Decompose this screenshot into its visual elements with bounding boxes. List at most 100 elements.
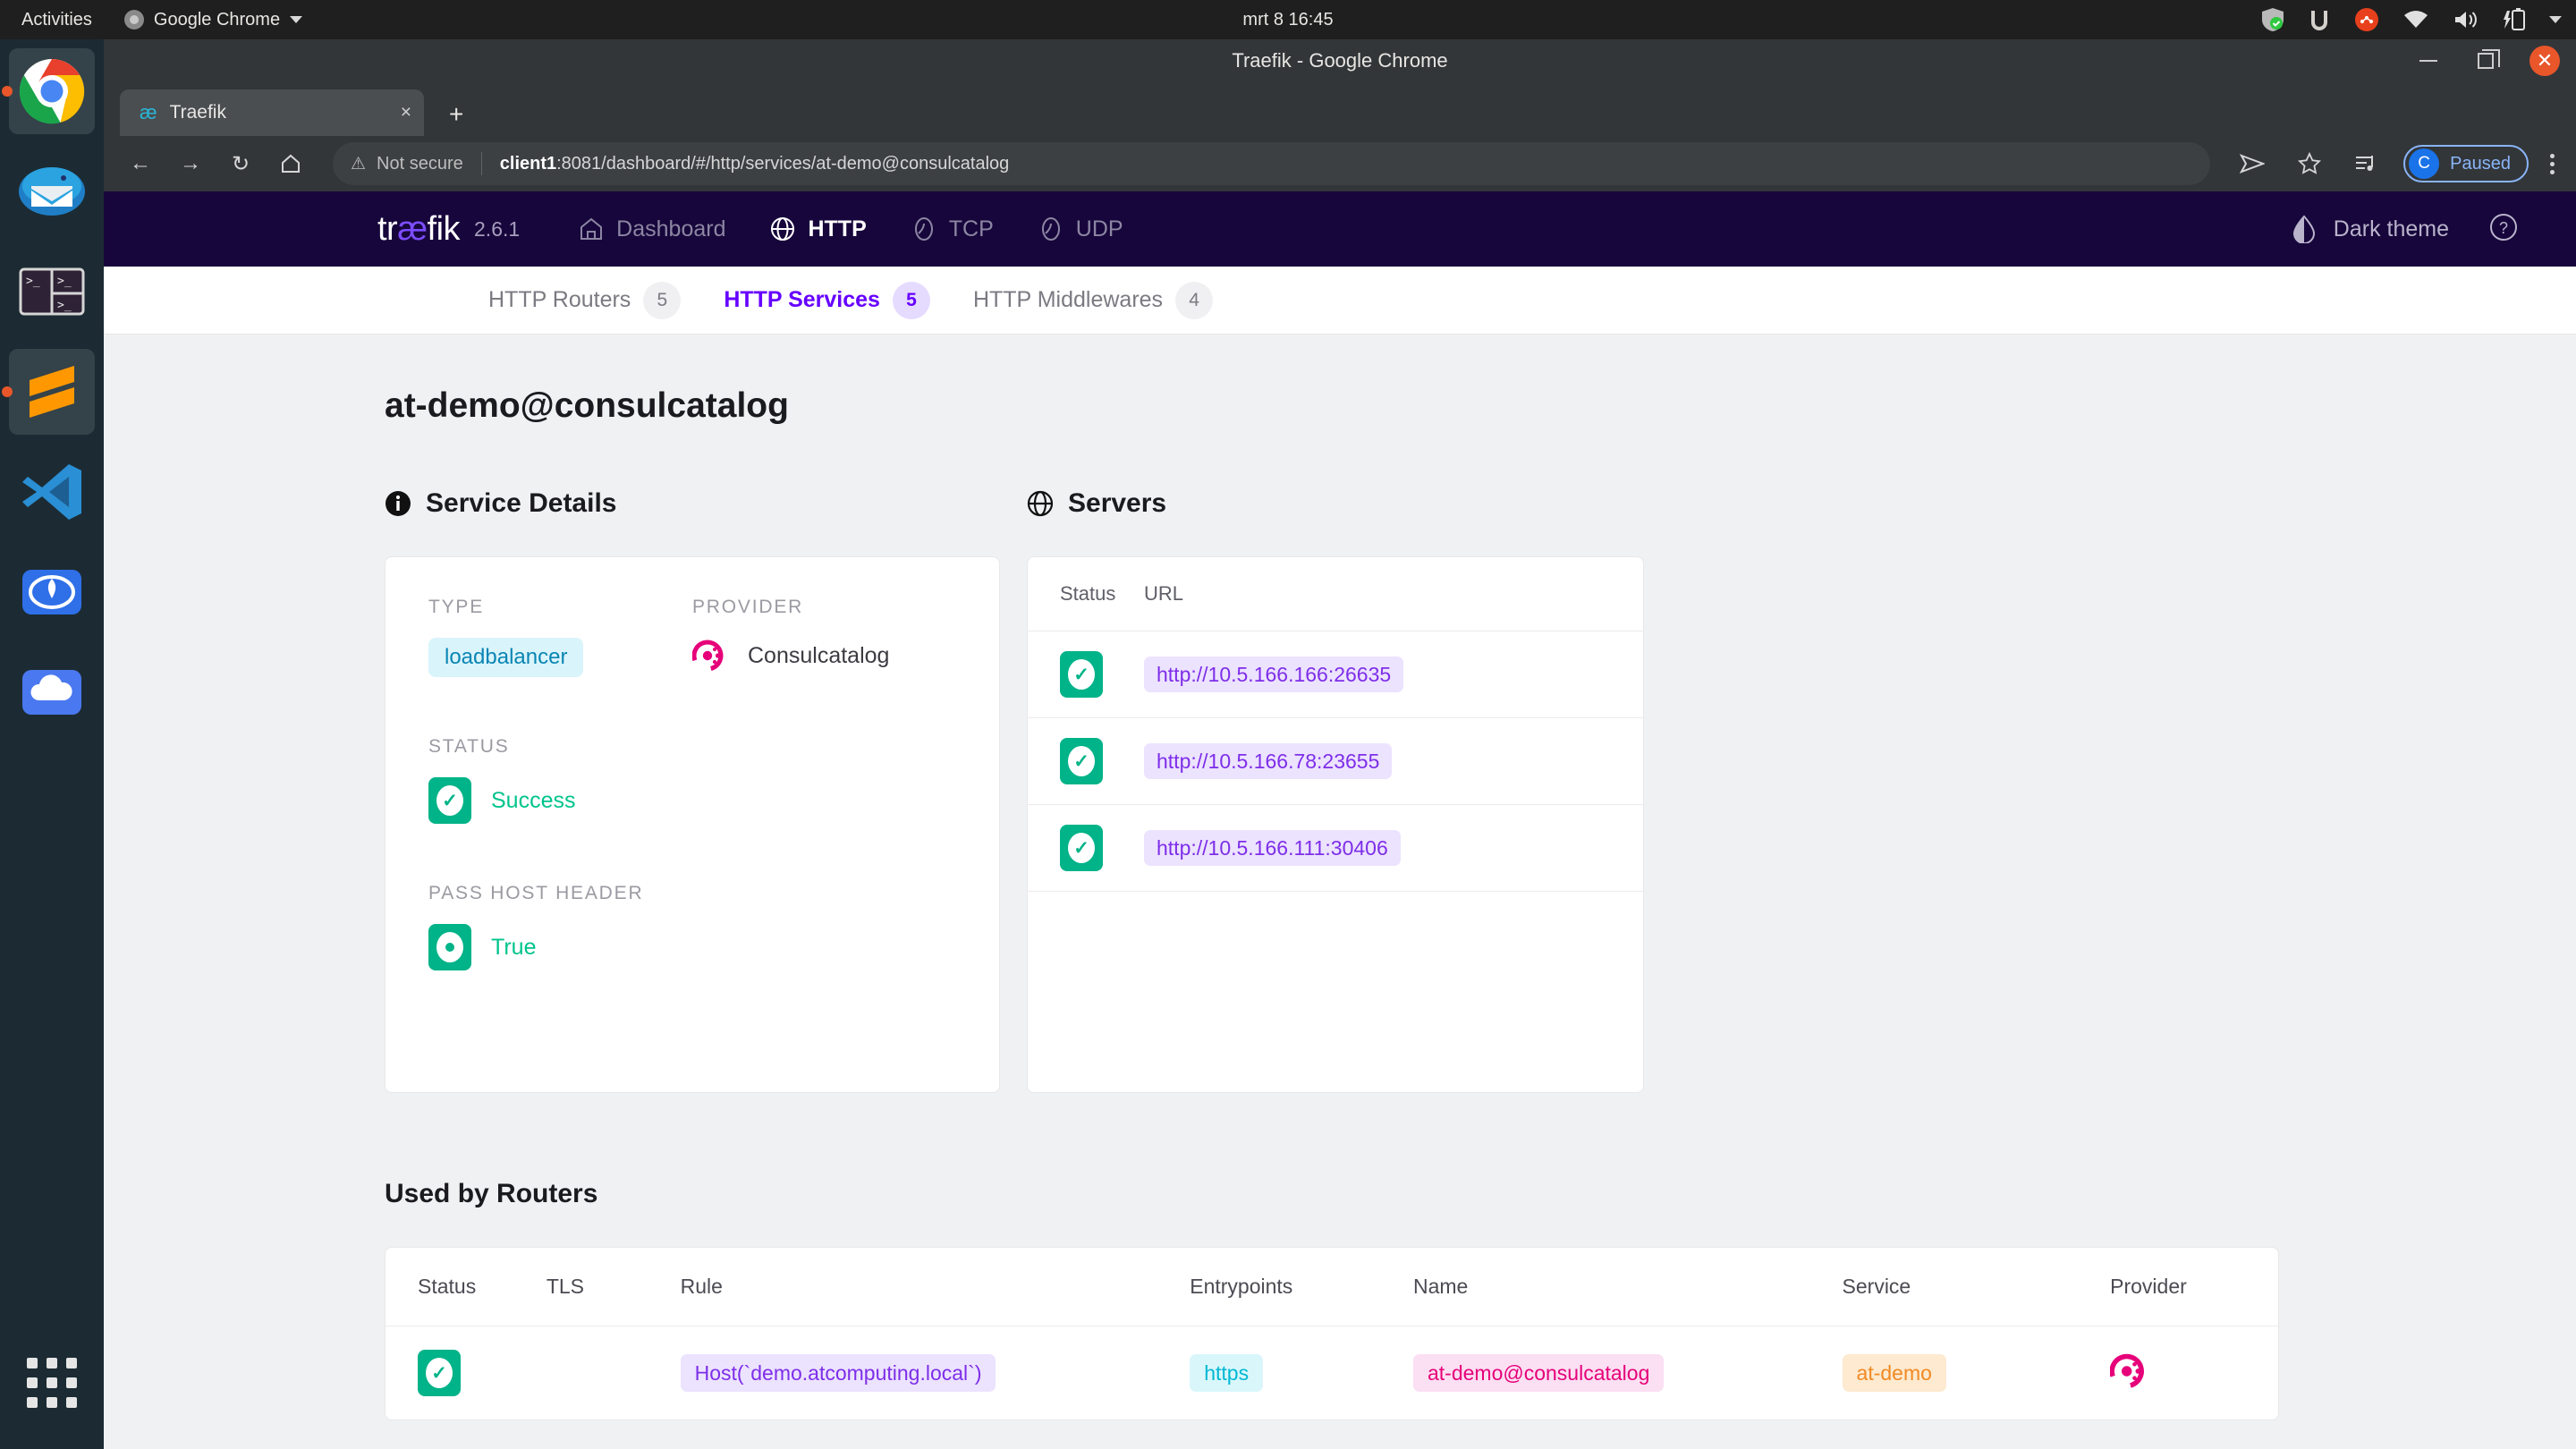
minimize-button[interactable] xyxy=(2415,47,2442,74)
router-rule-cell: Host(`demo.atcomputing.local`) xyxy=(680,1326,1191,1420)
profile-avatar: C xyxy=(2409,148,2440,179)
dock-item-moodle[interactable] xyxy=(9,549,95,635)
tab-http-routers[interactable]: HTTP Routers 5 xyxy=(488,281,682,319)
reload-button[interactable]: ↻ xyxy=(220,143,261,184)
dock-item-google-chrome[interactable] xyxy=(2,48,95,134)
ubuntu-u-icon[interactable] xyxy=(2308,7,2331,32)
server-url-badge[interactable]: http://10.5.166.111:30406 xyxy=(1144,829,1401,866)
table-row[interactable]: ✓ http://10.5.166.111:30406 xyxy=(1028,804,1643,892)
browser-tab[interactable]: æ Traefik × xyxy=(120,89,424,136)
dock-item-sublime-text[interactable] xyxy=(2,349,95,435)
svg-text:>_: >_ xyxy=(26,275,40,288)
column-url: URL xyxy=(1144,557,1643,631)
used-by-routers-heading: Used by Routers xyxy=(385,1179,598,1208)
consul-icon xyxy=(2109,1353,2145,1388)
page-title: at-demo@consulcatalog xyxy=(385,386,789,425)
section-title: Servers xyxy=(1068,488,1167,518)
section-title: Service Details xyxy=(426,488,617,518)
close-button[interactable]: ✕ xyxy=(2529,46,2560,76)
not-secure-icon[interactable]: ⚠ xyxy=(351,154,366,174)
nav-link-udp[interactable]: UDP xyxy=(1038,216,1123,242)
pass-host-header-icon xyxy=(428,924,471,970)
dock-item-thunderbird[interactable] xyxy=(9,148,95,234)
server-url-badge[interactable]: http://10.5.166.78:23655 xyxy=(1144,742,1393,779)
page-viewport: træfik 2.6.1 Dashboard HTTP TCP UDP Dark… xyxy=(104,191,2576,1449)
app-menu-chrome[interactable]: Google Chrome xyxy=(112,10,315,30)
server-status-cell: ✓ xyxy=(1028,717,1144,805)
home-button[interactable] xyxy=(270,143,311,184)
dock-item-nextcloud[interactable] xyxy=(9,649,95,735)
half-droplet-icon xyxy=(2292,215,2315,243)
svg-text:>_: >_ xyxy=(57,275,72,288)
server-url-badge[interactable]: http://10.5.166.166:26635 xyxy=(1144,656,1404,692)
svg-text:>_: >_ xyxy=(57,299,72,312)
chrome-window: Traefik - Google Chrome ✕ æ Traefik × + … xyxy=(104,39,2576,1449)
status-success-icon: ✓ xyxy=(1060,738,1103,784)
traefik-subtabs: HTTP Routers 5 HTTP Services 5 HTTP Midd… xyxy=(104,267,2576,335)
wifi-icon[interactable] xyxy=(2402,9,2429,30)
traefik-version: 2.6.1 xyxy=(474,216,521,241)
nav-link-label: Dashboard xyxy=(616,216,726,242)
url-path: :8081/dashboard/#/http/services/at-demo@… xyxy=(556,153,1010,174)
column-name: Name xyxy=(1412,1248,1843,1326)
share-icon[interactable] xyxy=(2232,143,2273,184)
column-service: Service xyxy=(1842,1248,2111,1326)
address-bar[interactable]: ⚠ Not secure client1:8081/dashboard/#/ht… xyxy=(333,142,2211,185)
tray-chevron-down-icon[interactable] xyxy=(2549,16,2562,23)
show-applications-button[interactable] xyxy=(9,1340,95,1426)
provider-label: PROVIDER xyxy=(692,597,804,617)
system-tray xyxy=(2261,7,2562,32)
battery-charging-icon[interactable] xyxy=(2503,7,2526,32)
tab-close-icon[interactable]: × xyxy=(401,102,411,123)
orange-circle-icon[interactable] xyxy=(2354,7,2379,32)
volume-icon[interactable] xyxy=(2453,9,2479,30)
dock-item-terminator[interactable]: >_ >_ >_ xyxy=(9,249,95,335)
bookmark-star-icon[interactable] xyxy=(2289,143,2330,184)
router-status-cell: ✓ xyxy=(386,1326,547,1420)
address-bar-url: client1:8081/dashboard/#/http/services/a… xyxy=(500,154,1010,174)
tab-http-services[interactable]: HTTP Services 5 xyxy=(724,281,930,319)
server-url-cell: http://10.5.166.111:30406 xyxy=(1144,804,1643,892)
traefik-logo[interactable]: træfik xyxy=(377,210,461,249)
window-title: Traefik - Google Chrome xyxy=(1232,49,1448,72)
tab-label: HTTP Middlewares xyxy=(972,287,1164,312)
dock-item-vscode[interactable] xyxy=(9,449,95,535)
window-titlebar: Traefik - Google Chrome ✕ xyxy=(104,39,2576,82)
nav-link-label: UDP xyxy=(1075,216,1123,242)
pass-host-header-value: True xyxy=(491,934,537,960)
traefik-navbar: træfik 2.6.1 Dashboard HTTP TCP UDP Dark… xyxy=(104,191,2576,267)
shield-check-icon[interactable] xyxy=(2261,7,2284,32)
entrypoints-badge: https xyxy=(1190,1353,1264,1392)
back-button[interactable]: ← xyxy=(120,143,161,184)
traefik-navbar-right: Dark theme ? xyxy=(2291,212,2519,247)
nav-link-tcp[interactable]: TCP xyxy=(911,216,994,242)
server-url-cell: http://10.5.166.78:23655 xyxy=(1144,717,1643,805)
nav-link-dashboard[interactable]: Dashboard xyxy=(579,216,725,242)
router-name-cell: at-demo@consulcatalog xyxy=(1412,1326,1843,1420)
nav-link-http[interactable]: HTTP xyxy=(770,216,867,242)
maximize-button[interactable] xyxy=(2472,47,2500,74)
table-row[interactable]: ✓ http://10.5.166.78:23655 xyxy=(1028,717,1643,805)
new-tab-button[interactable]: + xyxy=(449,100,463,129)
table-row[interactable]: ✓ Host(`demo.atcomputing.local`) https a… xyxy=(386,1326,2278,1420)
tab-count-badge: 5 xyxy=(643,281,682,319)
status-value: Success xyxy=(491,787,576,813)
help-circle-icon[interactable]: ? xyxy=(2488,212,2519,247)
tab-http-middlewares[interactable]: HTTP Middlewares 4 xyxy=(972,281,1214,319)
status-label: STATUS xyxy=(428,736,510,757)
chrome-menu-icon[interactable] xyxy=(2545,153,2560,174)
dark-theme-toggle[interactable]: Dark theme xyxy=(2291,215,2449,243)
activities-button[interactable]: Activities xyxy=(0,10,112,30)
type-provider-row: TYPE loadbalancer PROVIDER Consulcatalog xyxy=(428,597,956,677)
reading-list-icon[interactable] xyxy=(2346,143,2387,184)
clock[interactable]: mrt 8 16:45 xyxy=(1242,10,1333,30)
details-servers-row: Service Details TYPE loadbalancer PROVID… xyxy=(104,426,2576,1093)
field-status: STATUS ✓ Success xyxy=(428,736,956,824)
table-row[interactable]: ✓ http://10.5.166.166:26635 xyxy=(1028,631,1643,718)
profile-chip[interactable]: C Paused xyxy=(2403,145,2529,182)
field-provider: PROVIDER Consulcatalog xyxy=(692,597,956,677)
forward-button[interactable]: → xyxy=(170,143,211,184)
browser-toolbar: ← → ↻ ⚠ Not secure client1:8081/dashboar… xyxy=(104,136,2576,191)
chrome-icon xyxy=(123,10,144,30)
field-pass-host-header: PASS HOST HEADER True xyxy=(428,883,956,970)
